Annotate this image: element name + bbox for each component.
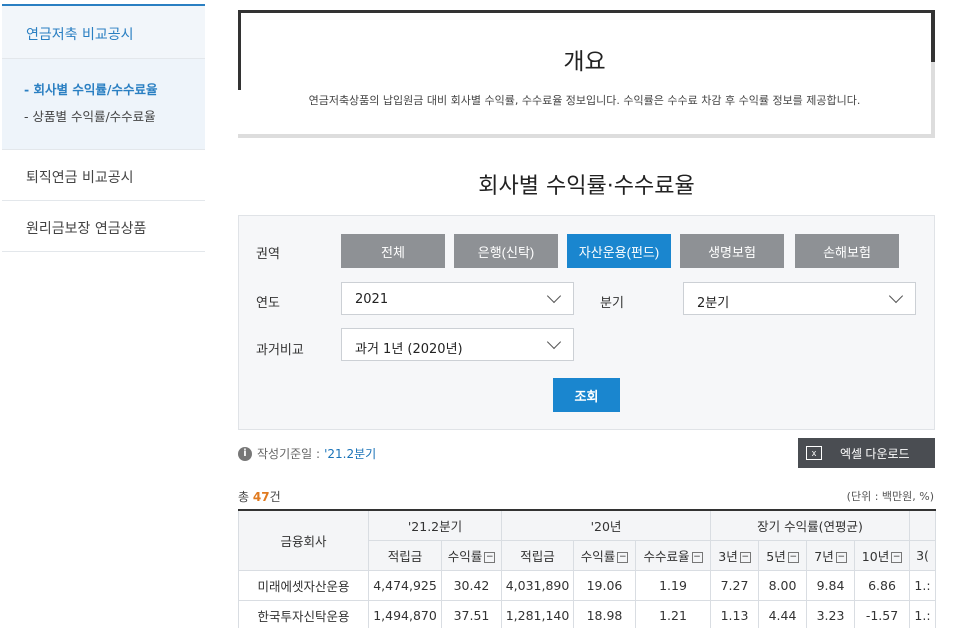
filter-panel: 권역 전체 은행(신탁) 자산운용(펀드) 생명보험 손해보험 연도 2021 … — [238, 215, 935, 430]
collapse-toggle-icon[interactable]: − — [739, 551, 751, 563]
page-title: 회사별 수익률·수수료율 — [478, 174, 695, 199]
collapse-toggle-icon[interactable]: − — [617, 551, 629, 563]
table-cell: 4.44 — [758, 599, 807, 628]
base-date-label: 작성기준일 : — [257, 447, 321, 461]
overview-description: 연금저축상품의 납입원금 대비 회사별 수익률, 수수료율 정보입니다. 수익률… — [308, 94, 861, 107]
overview-title: 개요 — [563, 49, 606, 75]
col-5y-label: 5년 — [766, 548, 786, 564]
total-count: 총 47건 — [238, 488, 281, 505]
table-cell: 8.00 — [758, 569, 807, 601]
returns-table: 금융회사 '21.2분기 '20년 장기 수익률(연평균) 적립금 수익률 − 적… — [238, 509, 936, 628]
table-row: 한국투자신탁운용 1,494,870 37.51 1,281,140 18.98… — [238, 599, 936, 628]
quarter-label: 분기 — [600, 296, 624, 311]
col-7y-label: 7년 — [814, 548, 834, 564]
col-q-return-label: 수익률 — [447, 548, 483, 564]
year-select[interactable]: 2021 — [341, 282, 574, 315]
total-prefix: 총 — [238, 490, 253, 504]
cell-company: 한국투자신탁운용 — [238, 599, 369, 628]
region-asset-button[interactable]: 자산운용(펀드) — [567, 234, 671, 268]
table-cell: 1.19 — [635, 569, 711, 601]
col-group-long-term: 장기 수익률(연평균) — [710, 509, 910, 541]
col-group-quarter: '21.2분기 — [368, 509, 502, 541]
table-cell: -1.57 — [854, 599, 910, 628]
overview-box: 개요 연금저축상품의 납입원금 대비 회사별 수익률, 수수료율 정보입니다. … — [238, 10, 935, 138]
total-suffix: 건 — [269, 490, 281, 504]
table-cell: 4,031,890 — [501, 569, 574, 601]
col-q-return[interactable]: 수익률 − — [441, 539, 502, 571]
col-y-return-label: 수익률 — [580, 548, 616, 564]
table-cell: 37.51 — [441, 599, 502, 628]
chevron-down-icon — [546, 288, 562, 304]
sidebar-item-guaranteed[interactable]: 원리금보장 연금상품 — [2, 201, 205, 252]
region-all-button[interactable]: 전체 — [341, 234, 445, 268]
col-group-year: '20년 — [501, 509, 711, 541]
col-y-amount: 적립금 — [501, 539, 574, 571]
sidebar-submenu: - 회사별 수익률/수수료율 - 상품별 수익률/수수료율 — [2, 59, 205, 150]
chevron-down-icon — [546, 334, 562, 350]
region-life-button[interactable]: 생명보험 — [680, 234, 784, 268]
col-10y[interactable]: 10년 − — [854, 539, 910, 571]
col-q-amount: 적립금 — [368, 539, 442, 571]
col-y-fee[interactable]: 수수료율 − — [635, 539, 711, 571]
table-cell: 9.84 — [806, 569, 855, 601]
col-7y[interactable]: 7년 − — [806, 539, 855, 571]
info-icon: i — [238, 446, 252, 461]
col-y-return[interactable]: 수익률 − — [573, 539, 636, 571]
col-group-extra — [909, 509, 936, 541]
base-date-value: '21.2분기 — [324, 447, 377, 461]
year-label: 연도 — [256, 296, 280, 311]
table-cell: 3.23 — [806, 599, 855, 628]
table-cell: 18.98 — [573, 599, 636, 628]
compare-label: 과거비교 — [256, 343, 304, 358]
table-cell: 1.21 — [635, 599, 711, 628]
sidebar-head-pension-savings[interactable]: 연금저축 비교공시 — [2, 4, 205, 59]
excel-icon: x — [806, 446, 822, 460]
col-more: 3( — [909, 539, 936, 571]
table-cell: 19.06 — [573, 569, 636, 601]
quarter-value: 2분기 — [697, 296, 730, 311]
table-cell: 1.: — [909, 569, 936, 601]
cell-company: 미래에셋자산운용 — [238, 569, 369, 601]
unit-note: (단위 : 백만원, %) — [846, 490, 934, 503]
compare-select[interactable]: 과거 1년 (2020년) — [341, 328, 574, 361]
region-bank-button[interactable]: 은행(신탁) — [454, 234, 558, 268]
quarter-select[interactable]: 2분기 — [683, 282, 916, 315]
excel-download-button[interactable]: x 엑셀 다운로드 — [798, 438, 935, 468]
search-button[interactable]: 조회 — [553, 378, 620, 412]
region-nonlife-button[interactable]: 손해보험 — [795, 234, 899, 268]
table-cell: 30.42 — [441, 569, 502, 601]
collapse-toggle-icon[interactable]: − — [691, 551, 703, 563]
table-cell: 1,494,870 — [368, 599, 442, 628]
table-cell: 4,474,925 — [368, 569, 442, 601]
collapse-toggle-icon[interactable]: − — [484, 551, 496, 563]
collapse-toggle-icon[interactable]: − — [835, 551, 847, 563]
col-y-fee-label: 수수료율 — [643, 548, 690, 564]
region-label: 권역 — [256, 247, 280, 262]
collapse-toggle-icon[interactable]: − — [891, 551, 903, 563]
base-date-info: i 작성기준일 : '21.2분기 — [238, 445, 376, 462]
overview-top-bar — [238, 10, 935, 13]
col-10y-label: 10년 — [861, 548, 890, 564]
collapse-toggle-icon[interactable]: − — [787, 551, 799, 563]
total-count-number: 47 — [252, 490, 270, 504]
sidebar-item-retirement[interactable]: 퇴직연금 비교공시 — [2, 150, 205, 201]
compare-value: 과거 1년 (2020년) — [355, 342, 463, 357]
table-cell: 6.86 — [854, 569, 910, 601]
table-cell: 1,281,140 — [501, 599, 574, 628]
sidebar-sub-company[interactable]: - 회사별 수익률/수수료율 — [24, 79, 205, 98]
table-cell: 1.13 — [710, 599, 759, 628]
col-5y[interactable]: 5년 − — [758, 539, 807, 571]
overview-right-bar — [931, 10, 935, 62]
sidebar-sub-product[interactable]: - 상품별 수익률/수수료율 — [24, 106, 205, 125]
col-3y-label: 3년 — [718, 548, 738, 564]
table-row: 미래에셋자산운용 4,474,925 30.42 4,031,890 19.06… — [238, 569, 936, 601]
chevron-down-icon — [888, 288, 904, 304]
sidebar: 연금저축 비교공시 - 회사별 수익률/수수료율 - 상품별 수익률/수수료율 … — [2, 4, 205, 252]
col-company: 금융회사 — [238, 509, 369, 571]
table-cell: 1.: — [909, 599, 936, 628]
col-3y[interactable]: 3년 − — [710, 539, 759, 571]
excel-download-label: 엑셀 다운로드 — [840, 446, 910, 461]
year-value: 2021 — [355, 292, 389, 307]
table-cell: 7.27 — [710, 569, 759, 601]
